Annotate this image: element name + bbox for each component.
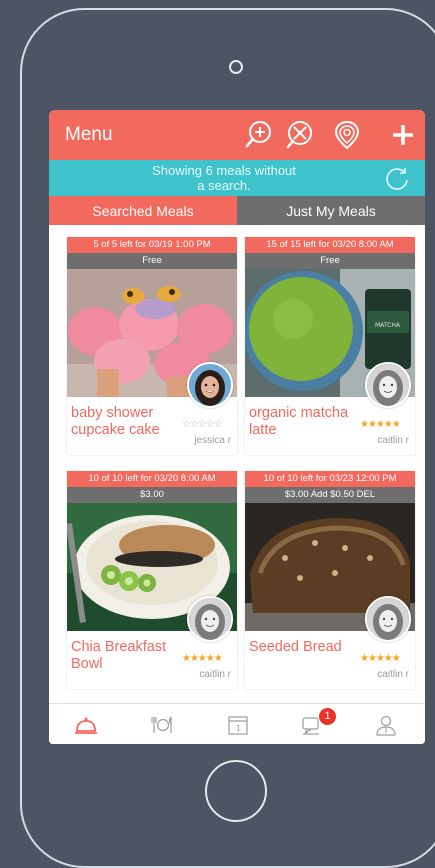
tab-searched-meals[interactable]: Searched Meals bbox=[49, 196, 237, 225]
avatar[interactable] bbox=[365, 596, 411, 642]
meal-card[interactable]: 10 of 10 left for 03/23 12:00 PM $3.00 A… bbox=[245, 471, 415, 689]
search-status-text: Showing 6 meals without a search. bbox=[129, 163, 319, 193]
svg-text:1: 1 bbox=[236, 724, 241, 733]
app-screen: Menu Showing 6 meals without a search. S… bbox=[49, 110, 425, 744]
clear-search-icon[interactable] bbox=[285, 119, 317, 151]
fork-knife-icon[interactable] bbox=[149, 712, 175, 738]
availability-label: 5 of 5 left for 03/19 1:00 PM bbox=[67, 237, 237, 253]
profile-icon[interactable] bbox=[373, 712, 399, 738]
author-name: jessica r bbox=[194, 435, 231, 446]
rating-stars: ★★★★★ bbox=[182, 653, 223, 664]
meal-grid: 5 of 5 left for 03/19 1:00 PM Free baby … bbox=[49, 225, 425, 705]
add-meal-icon[interactable] bbox=[387, 119, 419, 151]
meal-title: Seeded Bread bbox=[249, 639, 342, 655]
rating-stars: ★★★★★ bbox=[360, 653, 401, 664]
price-label: Free bbox=[245, 253, 415, 269]
home-button[interactable] bbox=[205, 760, 267, 822]
meal-title: organic matcha latte bbox=[249, 405, 349, 438]
meal-card[interactable]: 10 of 10 left for 03/20 8:00 AM $3.00 Ch… bbox=[67, 471, 237, 689]
rating-stars: ☆☆☆☆☆ bbox=[182, 419, 223, 430]
page-title: Menu bbox=[65, 124, 113, 145]
svg-text:MATCHA: MATCHA bbox=[375, 322, 401, 329]
front-camera bbox=[229, 60, 243, 74]
bottom-tab-bar: 1 1 bbox=[49, 703, 425, 744]
avatar[interactable] bbox=[365, 362, 411, 408]
meal-card[interactable]: 15 of 15 left for 03/20 8:00 AM Free MAT… bbox=[245, 237, 415, 455]
avatar[interactable] bbox=[187, 362, 233, 408]
price-label: $3.00 bbox=[67, 487, 237, 503]
price-label: $3.00 Add $0.50 DEL bbox=[245, 487, 415, 503]
author-name: caitlin r bbox=[377, 669, 409, 680]
location-pin-icon[interactable] bbox=[331, 119, 363, 151]
avatar[interactable] bbox=[187, 596, 233, 642]
meal-tabs: Searched Meals Just My Meals bbox=[49, 196, 425, 225]
search-status-banner: Showing 6 meals without a search. bbox=[49, 160, 425, 196]
search-status-line1: Showing 6 meals without bbox=[152, 163, 296, 178]
rating-stars: ★★★★★ bbox=[360, 419, 401, 430]
meal-card[interactable]: 5 of 5 left for 03/19 1:00 PM Free baby … bbox=[67, 237, 237, 455]
notification-badge: 1 bbox=[319, 708, 336, 725]
meal-bell-icon[interactable] bbox=[73, 712, 99, 738]
top-nav-bar: Menu bbox=[49, 110, 425, 160]
availability-label: 10 of 10 left for 03/23 12:00 PM bbox=[245, 471, 415, 487]
author-name: caitlin r bbox=[377, 435, 409, 446]
meal-title: baby shower cupcake cake bbox=[71, 405, 160, 438]
search-status-line2: a search. bbox=[197, 178, 251, 193]
calendar-icon[interactable]: 1 bbox=[225, 712, 251, 738]
availability-label: 10 of 10 left for 03/20 8:00 AM bbox=[67, 471, 237, 487]
add-search-icon[interactable] bbox=[245, 119, 277, 151]
availability-label: 15 of 15 left for 03/20 8:00 AM bbox=[245, 237, 415, 253]
tab-just-my-meals[interactable]: Just My Meals bbox=[237, 196, 425, 225]
price-label: Free bbox=[67, 253, 237, 269]
refresh-icon[interactable] bbox=[383, 164, 411, 192]
author-name: caitlin r bbox=[199, 669, 231, 680]
meal-title: Chia Breakfast Bowl bbox=[71, 639, 167, 672]
